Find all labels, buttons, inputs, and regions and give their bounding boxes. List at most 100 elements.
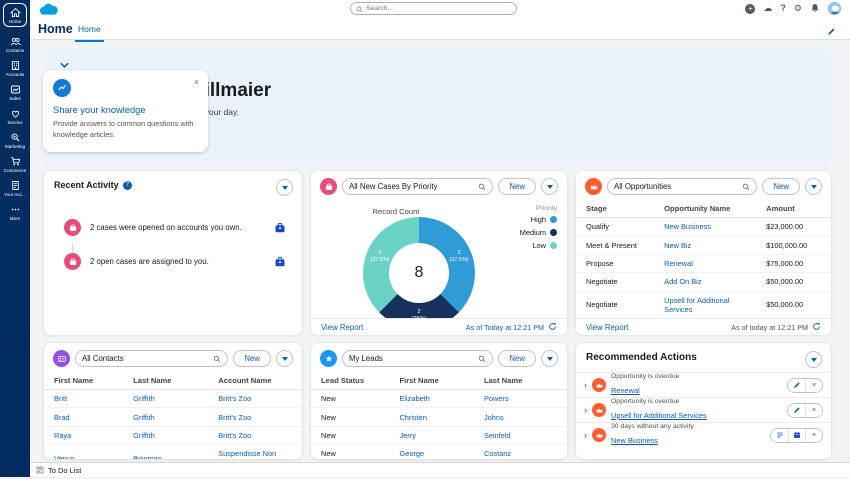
sidebar-item-contacts[interactable]: Contacts bbox=[1, 36, 29, 53]
new-case-button[interactable]: New bbox=[498, 178, 536, 195]
action-record-link[interactable]: New Business bbox=[611, 436, 658, 445]
global-actions-icon[interactable]: + bbox=[745, 3, 756, 14]
card-menu-button[interactable] bbox=[541, 178, 558, 195]
search-icon[interactable] bbox=[478, 350, 486, 368]
legend-item[interactable]: Medium bbox=[520, 228, 557, 237]
refresh-icon[interactable] bbox=[548, 322, 557, 333]
account-link[interactable]: Britt's Zoo bbox=[218, 394, 251, 403]
opportunity-link[interactable]: New Business bbox=[664, 222, 711, 231]
account-link[interactable]: Britt's Zoo bbox=[218, 413, 251, 422]
lead-last-name-link[interactable]: Johns bbox=[484, 413, 504, 422]
lead-last-name-link[interactable]: Costanz bbox=[484, 449, 511, 458]
contact-last-name-link[interactable]: Griffith bbox=[133, 413, 155, 422]
avatar[interactable] bbox=[828, 2, 841, 15]
sidebar-item-service[interactable]: Service bbox=[1, 108, 29, 125]
search-input[interactable] bbox=[366, 5, 511, 12]
task-list-icon[interactable] bbox=[771, 428, 788, 442]
contact-first-name-link[interactable]: Britt bbox=[54, 394, 67, 403]
search-icon[interactable] bbox=[742, 178, 750, 196]
action-record-link[interactable]: Upsell for Additional Services bbox=[611, 411, 707, 420]
search-icon[interactable] bbox=[213, 350, 221, 368]
sidebar-item-home[interactable]: Home bbox=[3, 3, 27, 27]
card-menu-button[interactable] bbox=[805, 178, 822, 195]
card-menu-button[interactable] bbox=[276, 350, 293, 367]
opportunity-link[interactable]: Add On Biz bbox=[664, 277, 701, 286]
action-record-link[interactable]: Renewal bbox=[611, 386, 640, 395]
card-menu-button[interactable] bbox=[541, 350, 558, 367]
column-header[interactable]: First Name bbox=[395, 372, 480, 390]
close-icon[interactable]: × bbox=[194, 77, 199, 87]
contact-first-name-link[interactable]: Raya bbox=[54, 431, 71, 440]
contact-last-name-link[interactable]: Bowman bbox=[133, 454, 162, 459]
case-action-icon[interactable] bbox=[274, 221, 286, 239]
edit-pencil-icon[interactable] bbox=[788, 378, 805, 392]
contact-last-name-link[interactable]: Griffith bbox=[133, 431, 155, 440]
legend-item[interactable]: Low bbox=[520, 241, 557, 250]
list-view-selector[interactable] bbox=[607, 178, 758, 196]
sidebar-item-more[interactable]: More bbox=[1, 204, 29, 221]
lead-last-name-link[interactable]: Powers bbox=[484, 394, 509, 403]
list-view-selector[interactable] bbox=[75, 350, 229, 368]
opportunity-link[interactable]: New Biz bbox=[664, 241, 691, 250]
lead-last-name-link[interactable]: Seinfeld bbox=[484, 431, 511, 440]
account-link[interactable]: Suspendisse Non Associates bbox=[218, 449, 276, 459]
column-header[interactable]: Last Name bbox=[479, 372, 567, 390]
new-opportunity-button[interactable]: New bbox=[762, 178, 800, 195]
lead-first-name-link[interactable]: Elizabeth bbox=[399, 394, 429, 403]
event-calendar-icon[interactable] bbox=[788, 428, 805, 442]
column-header[interactable]: Amount bbox=[762, 200, 831, 218]
new-lead-button[interactable]: New bbox=[498, 350, 536, 367]
list-view-selector[interactable] bbox=[342, 178, 494, 196]
card-menu-button[interactable] bbox=[276, 179, 293, 196]
column-header[interactable]: Opportunity Name bbox=[660, 200, 763, 218]
list-view-name-input[interactable] bbox=[349, 182, 476, 191]
contact-first-name-link[interactable]: Brad bbox=[54, 413, 70, 422]
close-icon[interactable]: × bbox=[805, 378, 822, 392]
column-header[interactable]: Last Name bbox=[129, 372, 215, 390]
edit-pencil-icon[interactable] bbox=[788, 403, 805, 417]
column-header[interactable]: Account Name bbox=[214, 372, 302, 390]
sidebar-item-accounts[interactable]: Accounts bbox=[1, 60, 29, 77]
lead-first-name-link[interactable]: George bbox=[399, 449, 424, 458]
account-link[interactable]: Britt's Zoo bbox=[218, 431, 251, 440]
sidebar-item-commerce[interactable]: Commerce bbox=[1, 156, 29, 173]
new-contact-button[interactable]: New bbox=[233, 350, 271, 367]
column-header[interactable]: Lead Status bbox=[311, 372, 396, 390]
close-icon[interactable]: × bbox=[805, 403, 822, 417]
list-view-name-input[interactable] bbox=[349, 354, 476, 363]
chevron-right-icon[interactable]: › bbox=[584, 405, 587, 415]
lead-first-name-link[interactable]: Jerry bbox=[399, 431, 415, 440]
help-icon[interactable]: ? bbox=[780, 4, 786, 13]
setup-gear-icon[interactable]: ⚙ bbox=[794, 4, 802, 13]
list-view-name-input[interactable] bbox=[82, 354, 211, 363]
edit-page-pencil-icon[interactable] bbox=[827, 23, 836, 41]
trailhead-cloud-icon[interactable]: ☁ bbox=[763, 4, 772, 13]
list-view-name-input[interactable] bbox=[614, 182, 740, 191]
promo-title[interactable]: Share your knowledge bbox=[53, 105, 198, 115]
global-search[interactable] bbox=[350, 2, 517, 15]
opportunity-link[interactable]: Renewal bbox=[664, 259, 693, 268]
contact-first-name-link[interactable]: Venus bbox=[54, 454, 75, 459]
column-header[interactable]: First Name bbox=[44, 372, 130, 390]
refresh-icon[interactable] bbox=[812, 322, 821, 333]
sidebar-item-marketing[interactable]: Marketing bbox=[1, 132, 29, 149]
column-header[interactable]: Stage bbox=[576, 200, 661, 218]
info-icon[interactable] bbox=[122, 180, 132, 190]
opportunity-link[interactable]: Upsell for Additional Services bbox=[664, 296, 729, 314]
contact-last-name-link[interactable]: Griffith bbox=[133, 394, 155, 403]
sidebar-item-sales[interactable]: Sales bbox=[1, 84, 29, 101]
view-report-link[interactable]: View Report bbox=[586, 323, 628, 332]
view-report-link[interactable]: View Report bbox=[321, 323, 363, 332]
legend-item[interactable]: High bbox=[520, 215, 557, 224]
list-view-selector[interactable] bbox=[342, 350, 494, 368]
search-icon[interactable] bbox=[478, 178, 486, 196]
chevron-right-icon[interactable]: › bbox=[584, 430, 587, 440]
todo-list-bar[interactable]: To Do List bbox=[30, 462, 850, 477]
chevron-right-icon[interactable]: › bbox=[584, 380, 587, 390]
tab-home[interactable]: Home bbox=[75, 24, 104, 42]
lead-first-name-link[interactable]: Christen bbox=[399, 413, 427, 422]
case-action-icon[interactable] bbox=[274, 255, 286, 273]
sidebar-item-your-account[interactable]: Your Acc... bbox=[1, 180, 29, 197]
close-icon[interactable]: × bbox=[805, 428, 822, 442]
notifications-bell-icon[interactable] bbox=[810, 3, 820, 15]
